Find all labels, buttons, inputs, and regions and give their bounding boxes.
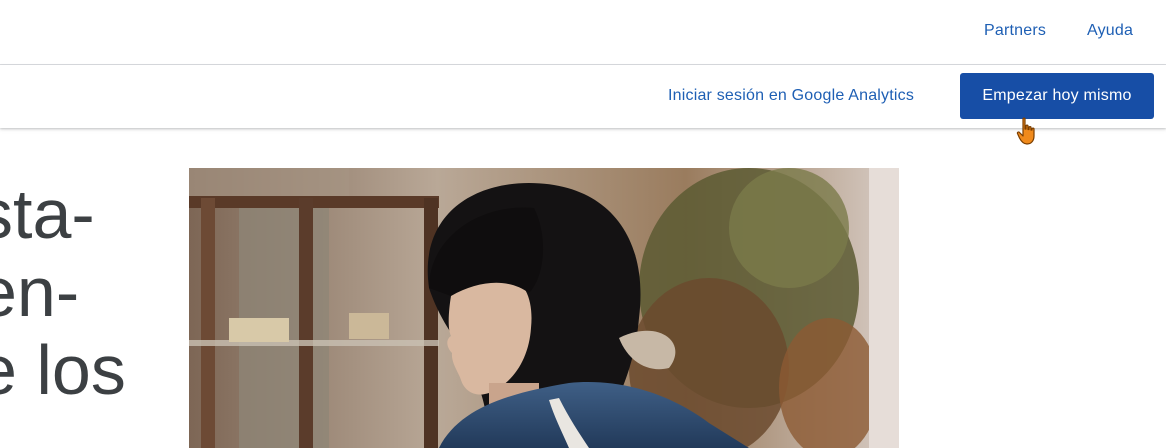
hand-pointer-cursor-icon [1016,117,1035,145]
hero-heading-line-1: sta- [0,175,95,253]
sign-in-link[interactable]: Iniciar sesión en Google Analytics [668,87,914,105]
secondary-navigation-bar: Iniciar sesión en Google Analytics Empez… [0,65,1166,128]
hero-photo-illustration [189,168,899,448]
hero-heading-line-3: e los [0,331,126,409]
partners-link[interactable]: Partners [984,22,1046,40]
hero-heading: sta- en- e los [0,175,160,409]
hero-photo [189,168,899,448]
hero-heading-line-2: en- [0,253,80,331]
get-started-button[interactable]: Empezar hoy mismo [960,73,1154,119]
top-navigation-bar: Partners Ayuda [0,0,1166,65]
help-link[interactable]: Ayuda [1087,22,1133,40]
